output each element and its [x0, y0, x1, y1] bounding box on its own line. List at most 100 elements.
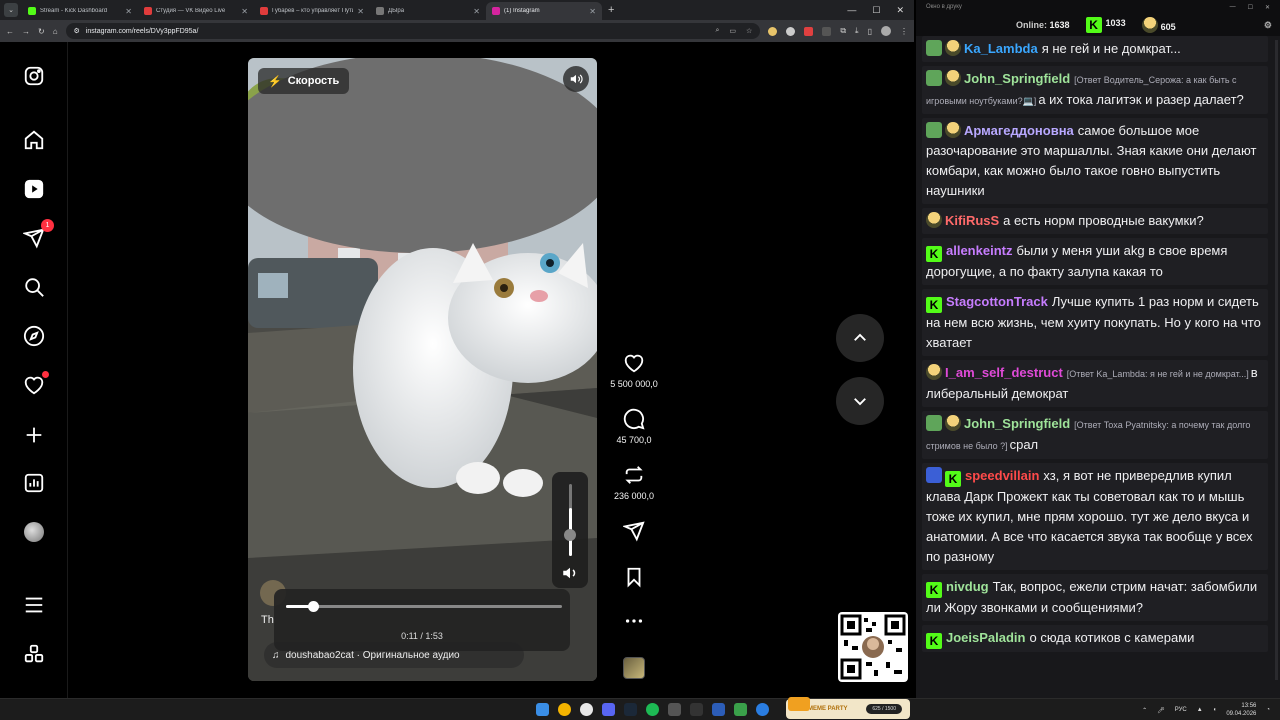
tab-close-icon[interactable]: ✕ [357, 7, 364, 16]
tab-close-icon[interactable]: ✕ [473, 7, 480, 16]
reply-reference[interactable]: [Ответ Ka_Lambda: я не гей и не домкрат.… [1067, 369, 1249, 379]
search-icon[interactable] [22, 275, 46, 299]
menu-icon[interactable]: ⋮ [900, 27, 908, 36]
notification-bell-icon[interactable]: ◔ [1266, 707, 1270, 713]
microphone-icon[interactable]: 🎤︎ [1157, 707, 1165, 714]
profile-avatar[interactable] [22, 520, 46, 544]
chat-username[interactable]: Ka_Lambda [964, 41, 1038, 56]
browser-tab[interactable]: Студия — VK Видео Live ✕ [138, 2, 254, 20]
chat-username[interactable]: allenkeintz [946, 243, 1012, 258]
meme-party-widget[interactable]: MEME PARTY 625 / 1500 [786, 697, 910, 719]
clock[interactable]: 13:56 09.04.2026 [1226, 702, 1256, 718]
chat-username[interactable]: John_Springfield [964, 71, 1070, 86]
instagram-logo-icon[interactable] [22, 64, 46, 88]
app-icon[interactable] [690, 703, 703, 716]
minimize-button[interactable]: — [847, 5, 856, 16]
explore-icon[interactable] [22, 324, 46, 348]
language-indicator[interactable]: РУС [1175, 707, 1187, 713]
maximize-button[interactable]: ☐ [1248, 4, 1253, 11]
volume-handle[interactable] [564, 529, 576, 541]
more-menu-icon[interactable] [22, 593, 46, 617]
tab-close-icon[interactable]: ✕ [589, 7, 596, 16]
cast-icon[interactable]: ▭ [729, 27, 736, 35]
mute-toggle-button[interactable] [563, 66, 589, 92]
new-tab-button[interactable]: + [608, 4, 614, 16]
maximize-button[interactable]: ☐ [872, 5, 880, 16]
extension-icon[interactable] [804, 26, 814, 36]
chat-scrollbar[interactable] [1275, 40, 1278, 680]
address-bar[interactable]: ⚙ instagram.com/reels/DVy3ppFD95a/ ⌕ ▭ ☆ [65, 23, 761, 39]
browser-tab[interactable]: (1) Instagram ✕ [486, 2, 602, 20]
spotify-icon[interactable] [646, 703, 659, 716]
app-icon[interactable] [712, 703, 725, 716]
seek-handle[interactable] [307, 601, 319, 612]
comment-button[interactable]: 45 700,0 [600, 408, 668, 445]
chat-username[interactable]: StagcottonTrack [946, 294, 1048, 309]
home-icon[interactable] [22, 128, 46, 152]
chevron-up-icon[interactable]: ⌃ [1142, 707, 1147, 714]
tab-close-icon[interactable]: ✕ [241, 7, 248, 16]
like-button[interactable]: 5 500 000,0 [600, 352, 668, 389]
next-reel-button[interactable] [836, 377, 884, 425]
extension-icon[interactable] [822, 26, 832, 36]
settings-gear-icon[interactable]: ⚙ [1264, 20, 1272, 31]
chat-username[interactable]: John_Springfield [964, 416, 1070, 431]
also-from-meta-icon[interactable] [22, 642, 46, 666]
app-icon[interactable] [668, 703, 681, 716]
chat-username[interactable]: I_am_self_destruct [945, 365, 1063, 380]
profile-icon[interactable] [881, 26, 891, 36]
app-icon[interactable] [734, 703, 747, 716]
reel-video[interactable]: ⚡ Скорость Th ♫ doushabao2cat · Оригинал… [248, 58, 597, 681]
obs-icon[interactable] [580, 703, 593, 716]
bookmark-star-icon[interactable]: ☆ [746, 27, 752, 35]
steam-icon[interactable] [624, 703, 637, 716]
dashboard-icon[interactable] [22, 471, 46, 495]
chrome-icon[interactable] [558, 703, 571, 716]
discord-icon[interactable] [602, 703, 615, 716]
seek-bar[interactable] [286, 601, 562, 612]
close-window-button[interactable]: ✕ [896, 5, 904, 16]
sidebar-icon[interactable]: ▯ [868, 27, 872, 36]
tab-close-icon[interactable]: ✕ [125, 7, 132, 16]
create-plus-icon[interactable] [22, 423, 46, 447]
extension-icon[interactable] [768, 26, 778, 36]
notifications-heart-icon[interactable] [22, 371, 49, 397]
start-icon[interactable] [536, 703, 549, 716]
home-icon[interactable]: ⌂ [53, 27, 58, 36]
browser-tab[interactable]: Stream - Kick Dashboard ✕ [22, 2, 138, 20]
site-info-icon[interactable]: ⚙ [74, 27, 80, 35]
forward-icon[interactable]: → [22, 27, 30, 36]
browser-tab[interactable]: Губарев – кто управляет Пути ✕ [254, 2, 370, 20]
chat-username[interactable]: speedvillain [965, 468, 1039, 483]
chat-username[interactable]: KifiRusS [945, 213, 999, 228]
more-options-button[interactable] [600, 610, 668, 632]
wifi-icon[interactable]: ▲ [1197, 707, 1203, 713]
volume-icon[interactable] [561, 564, 579, 582]
chat-username[interactable]: Армагеддоновна [964, 123, 1074, 138]
extension-icon[interactable] [786, 26, 796, 36]
repost-button[interactable]: 236 000,0 [600, 464, 668, 501]
chat-username[interactable]: JoeisPaladin [946, 630, 1025, 645]
messages-icon[interactable]: 1 [22, 219, 54, 250]
share-button[interactable] [600, 520, 668, 542]
zoom-icon[interactable]: ⌕ [716, 27, 720, 35]
download-icon[interactable]: ⤓ [855, 26, 859, 36]
close-button[interactable]: ✕ [1265, 4, 1270, 11]
tab-search-button[interactable]: ⌄ [4, 3, 18, 17]
volume-slider[interactable] [569, 484, 572, 556]
reload-icon[interactable]: ↻ [38, 27, 45, 36]
chevron-up-icon [854, 333, 866, 341]
playback-time: 0:11 / 1:53 [401, 631, 443, 641]
puzzle-icon[interactable]: ⧉ [840, 26, 846, 36]
minimize-button[interactable]: — [1230, 4, 1236, 11]
reels-icon[interactable] [22, 177, 46, 201]
speed-button[interactable]: ⚡ Скорость [258, 68, 350, 94]
save-button[interactable] [600, 566, 668, 588]
previous-reel-button[interactable] [836, 314, 884, 362]
browser-tab[interactable]: ДЫра ✕ [370, 2, 486, 20]
chat-username[interactable]: nivdug [946, 579, 989, 594]
app-icon[interactable] [756, 703, 769, 716]
back-icon[interactable]: ← [6, 27, 14, 36]
audio-thumbnail[interactable] [623, 657, 645, 679]
volume-icon[interactable]: ◖ [1213, 707, 1217, 713]
